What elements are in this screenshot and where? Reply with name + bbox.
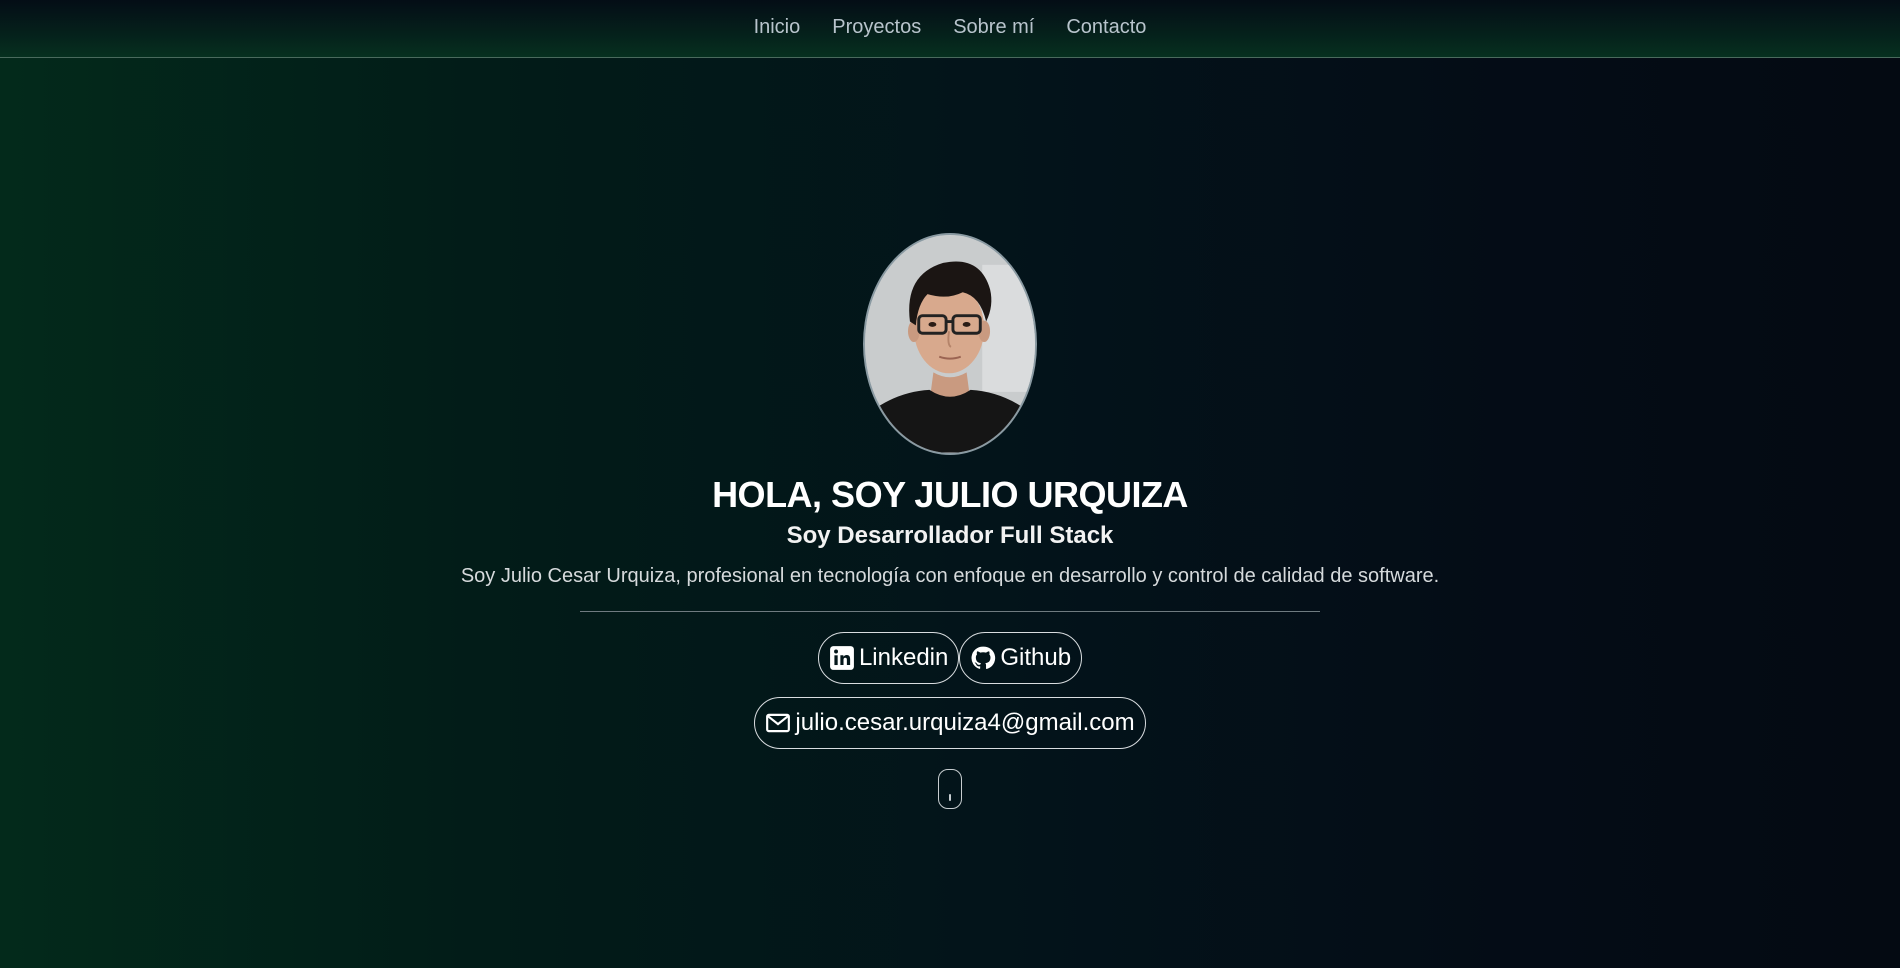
scroll-dot bbox=[949, 794, 951, 801]
section-divider bbox=[580, 611, 1320, 612]
linkedin-icon bbox=[829, 645, 855, 671]
nav-link-inicio[interactable]: Inicio bbox=[754, 16, 801, 41]
profile-photo bbox=[863, 233, 1037, 455]
top-navbar: Inicio Proyectos Sobre mí Contacto bbox=[0, 0, 1900, 58]
nav-link-contacto[interactable]: Contacto bbox=[1066, 16, 1146, 41]
nav-link-proyectos[interactable]: Proyectos bbox=[832, 16, 921, 41]
email-button[interactable]: julio.cesar.urquiza4@gmail.com bbox=[754, 697, 1146, 749]
email-label: julio.cesar.urquiza4@gmail.com bbox=[795, 709, 1135, 736]
linkedin-label: Linkedin bbox=[858, 644, 949, 671]
hero-subtitle: Soy Desarrollador Full Stack bbox=[786, 522, 1114, 549]
profile-portrait-image bbox=[865, 235, 1035, 453]
hero-title: HOLA, SOY JULIO URQUIZA bbox=[712, 474, 1188, 515]
email-row: julio.cesar.urquiza4@gmail.com bbox=[754, 697, 1146, 749]
mail-icon bbox=[765, 710, 791, 736]
hero-section: HOLA, SOY JULIO URQUIZA Soy Desarrollado… bbox=[0, 58, 1900, 968]
github-icon bbox=[970, 645, 996, 671]
github-button[interactable]: Github bbox=[959, 632, 1083, 684]
nav-link-sobre-mi[interactable]: Sobre mí bbox=[953, 16, 1034, 41]
hero-description: Soy Julio Cesar Urquiza, profesional en … bbox=[460, 565, 1440, 587]
github-label: Github bbox=[1000, 644, 1072, 671]
scroll-down-indicator[interactable] bbox=[938, 769, 962, 809]
social-links: Linkedin Github bbox=[817, 632, 1083, 684]
linkedin-button[interactable]: Linkedin bbox=[817, 632, 960, 684]
